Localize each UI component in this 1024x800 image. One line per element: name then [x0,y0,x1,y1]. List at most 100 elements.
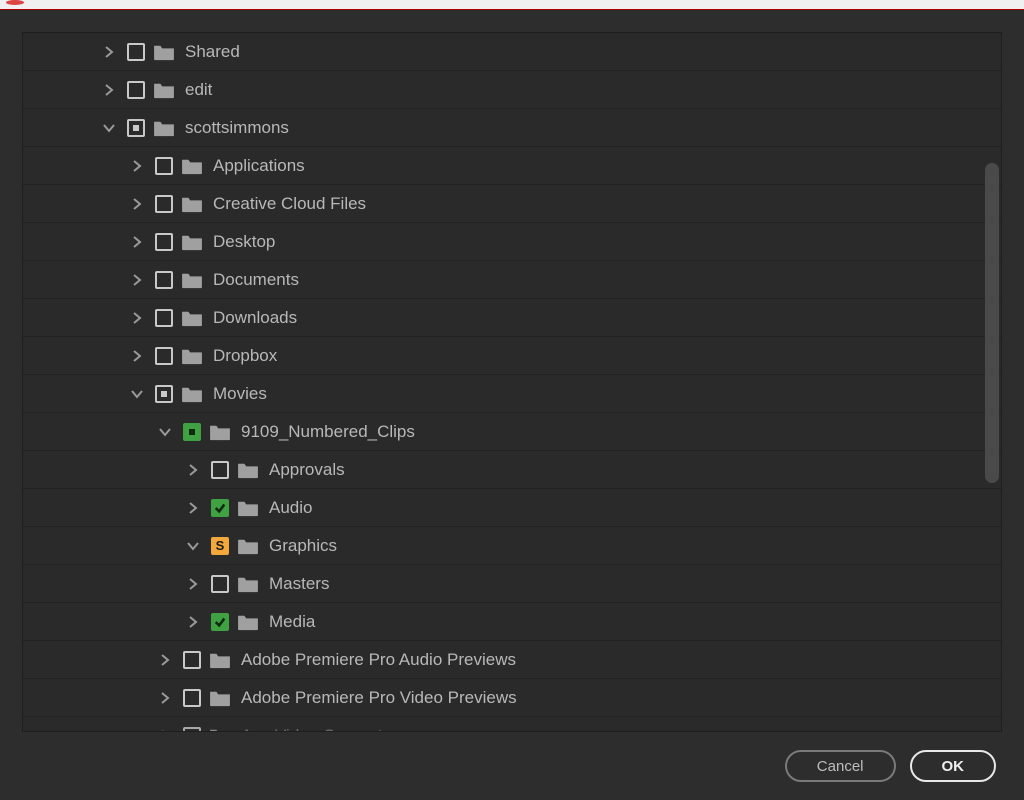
chevron-down-icon[interactable] [103,120,119,136]
tree-row[interactable]: Applications [23,147,1001,185]
dialog-button-row: Cancel OK [0,732,1024,800]
tree-row-label: Approvals [269,460,345,480]
chevron-right-icon[interactable] [187,576,203,592]
tree-row[interactable]: Adobe Premiere Pro Video Previews [23,679,1001,717]
tree-row-label: Graphics [269,536,337,556]
chevron-right-icon[interactable] [131,348,147,364]
folder-icon [181,195,203,213]
folder-tree: Shared edit scottsimmons Applications Creati… [23,33,1001,731]
folder-icon [181,347,203,365]
tree-row-label: Adobe Premiere Pro Audio Previews [241,650,516,670]
tree-checkbox[interactable] [155,309,173,327]
chevron-right-icon[interactable] [187,462,203,478]
folder-icon [237,499,259,517]
chevron-right-icon[interactable] [131,158,147,174]
tree-row[interactable]: Creative Cloud Files [23,185,1001,223]
tree-row[interactable]: Movies [23,375,1001,413]
tree-checkbox[interactable] [155,385,173,403]
tree-scroll-area: Shared edit scottsimmons Applications Creati… [22,32,1002,732]
folder-icon [209,651,231,669]
tree-row[interactable]: Approvals [23,451,1001,489]
tree-checkbox[interactable] [155,233,173,251]
tree-checkbox[interactable] [127,43,145,61]
folder-icon [153,43,175,61]
tree-checkbox[interactable] [127,119,145,137]
tree-row[interactable]: Documents [23,261,1001,299]
tree-row[interactable]: Any Video Converter [23,717,1001,731]
tree-row-label: Masters [269,574,329,594]
chevron-right-icon[interactable] [187,614,203,630]
tree-checkbox[interactable] [127,81,145,99]
tree-checkbox[interactable] [155,157,173,175]
scrollbar-thumb[interactable] [985,163,999,483]
chevron-right-icon[interactable] [131,234,147,250]
folder-icon [209,689,231,707]
tree-row-label: Documents [213,270,299,290]
tree-row[interactable]: Media [23,603,1001,641]
folder-icon [209,423,231,441]
chevron-right-icon[interactable] [131,272,147,288]
tree-checkbox[interactable] [211,575,229,593]
tree-checkbox[interactable] [155,271,173,289]
folder-icon [237,537,259,555]
chevron-right-icon[interactable] [131,196,147,212]
folder-icon [209,727,231,732]
tree-row-label: Desktop [213,232,275,252]
tree-row[interactable]: scottsimmons [23,109,1001,147]
folder-tree-dialog: Shared edit scottsimmons Applications Creati… [0,10,1024,800]
window-titlebar [0,0,1024,10]
tree-checkbox[interactable]: S [211,537,229,555]
folder-icon [237,613,259,631]
chevron-right-icon[interactable] [103,82,119,98]
chevron-down-icon[interactable] [131,386,147,402]
chevron-right-icon[interactable] [159,728,175,732]
tree-row-label: Dropbox [213,346,277,366]
tree-row-label: Movies [213,384,267,404]
chevron-down-icon[interactable] [159,424,175,440]
tree-row[interactable]: 9109_Numbered_Clips [23,413,1001,451]
tree-row[interactable]: Downloads [23,299,1001,337]
cancel-button[interactable]: Cancel [785,750,896,782]
tree-checkbox[interactable] [211,499,229,517]
tree-checkbox[interactable] [183,727,201,732]
tree-row-label: scottsimmons [185,118,289,138]
folder-icon [153,81,175,99]
tree-row-label: Creative Cloud Files [213,194,366,214]
tree-row[interactable]: Desktop [23,223,1001,261]
tree-row-label: Any Video Converter [241,726,398,732]
tree-row[interactable]: S Graphics [23,527,1001,565]
chevron-down-icon[interactable] [187,538,203,554]
chevron-right-icon[interactable] [159,652,175,668]
tree-row-label: 9109_Numbered_Clips [241,422,415,442]
tree-row-label: edit [185,80,212,100]
ok-button[interactable]: OK [910,750,997,782]
folder-icon [181,309,203,327]
tree-row-label: Downloads [213,308,297,328]
tree-row-label: Shared [185,42,240,62]
tree-row[interactable]: edit [23,71,1001,109]
tree-checkbox[interactable] [155,195,173,213]
chevron-right-icon[interactable] [159,690,175,706]
tree-checkbox[interactable] [183,689,201,707]
chevron-right-icon[interactable] [187,500,203,516]
tree-row[interactable]: Masters [23,565,1001,603]
folder-icon [237,575,259,593]
tree-row-label: Adobe Premiere Pro Video Previews [241,688,517,708]
folder-icon [237,461,259,479]
tree-checkbox[interactable] [155,347,173,365]
tree-row[interactable]: Audio [23,489,1001,527]
tree-checkbox[interactable] [211,461,229,479]
folder-icon [181,233,203,251]
folder-icon [153,119,175,137]
tree-row[interactable]: Shared [23,33,1001,71]
tree-checkbox[interactable] [211,613,229,631]
tree-row-label: Audio [269,498,312,518]
close-window-icon[interactable] [6,0,24,5]
tree-row[interactable]: Dropbox [23,337,1001,375]
folder-icon [181,157,203,175]
chevron-right-icon[interactable] [131,310,147,326]
tree-row[interactable]: Adobe Premiere Pro Audio Previews [23,641,1001,679]
tree-checkbox[interactable] [183,423,201,441]
chevron-right-icon[interactable] [103,44,119,60]
tree-checkbox[interactable] [183,651,201,669]
